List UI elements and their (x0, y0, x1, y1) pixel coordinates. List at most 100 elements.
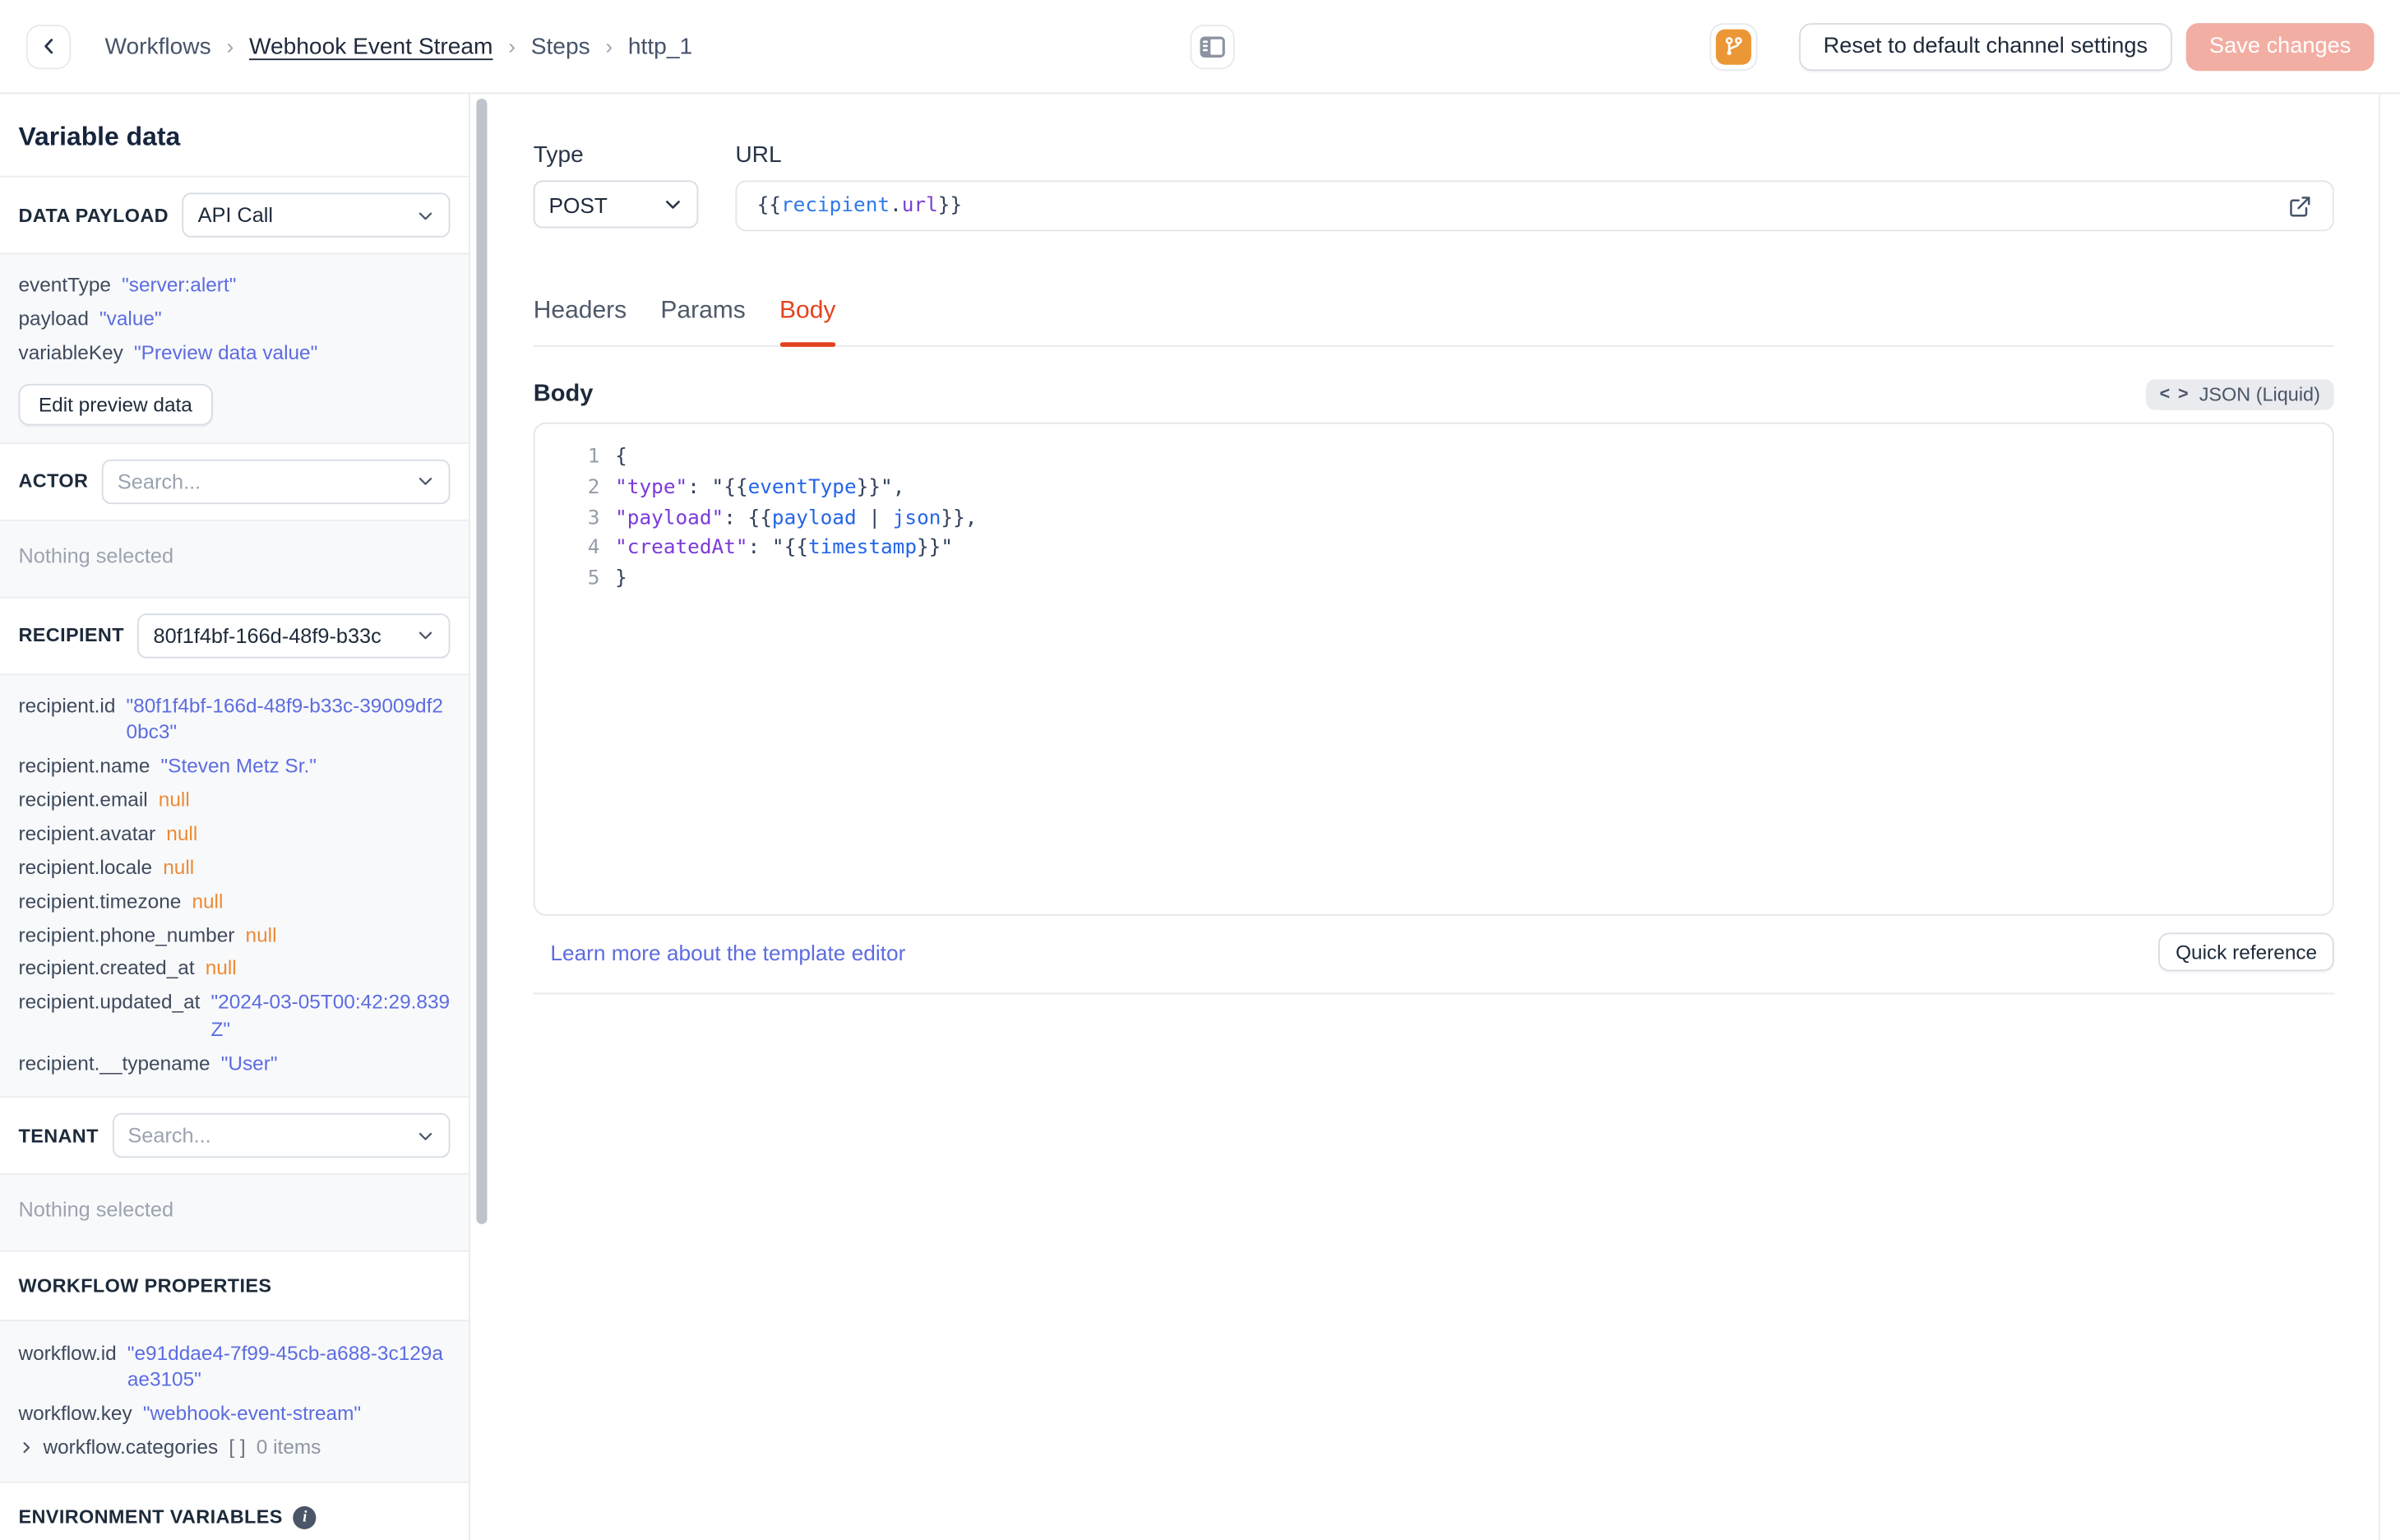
code-icon: < > (2159, 385, 2190, 405)
variable-value: null (166, 821, 198, 845)
sidebar-toggle-button[interactable] (1190, 25, 1235, 70)
variable-row: recipient.email null (19, 783, 451, 816)
workflow-properties-heading: WORKFLOW PROPERTIES (0, 1251, 469, 1320)
variable-row: recipient.phone_number null (19, 918, 451, 951)
external-link-icon[interactable] (2288, 193, 2313, 218)
workflow-properties: workflow.id "e91ddae4-7f99-45cb-a688-3c12… (0, 1320, 469, 1481)
workflow-categories-row[interactable]: workflow.categories [ ] 0 items (19, 1430, 451, 1464)
variable-key: recipient.__typename (18, 1051, 210, 1075)
recipient-select[interactable]: 80f1f4bf-166d-48f9-b33c (137, 613, 451, 658)
variable-key: payload (18, 307, 89, 331)
actor-search-select[interactable]: Search... (102, 459, 451, 504)
data-payload-preview: eventType "server:alert" payload "value" var… (0, 252, 469, 442)
variable-row: variableKey "Preview data value" (19, 335, 451, 369)
variable-value: "webhook-event-stream" (142, 1401, 362, 1425)
variable-key: workflow.key (18, 1401, 132, 1425)
recipient-label: RECIPIENT (18, 624, 124, 646)
variable-value: null (158, 788, 190, 812)
code-line: 5} (535, 565, 2333, 595)
main-scrollbar-track[interactable] (2379, 94, 2380, 1540)
save-changes-button[interactable]: Save changes (2185, 22, 2375, 71)
code-line: 4 "createdAt": "{{timestamp}}" (535, 534, 2333, 564)
code-text: "payload": {{payload | json}}, (615, 506, 978, 530)
format-badge-label: JSON (Liquid) (2199, 383, 2320, 406)
variable-key: recipient.id (18, 693, 116, 717)
variable-key: recipient.name (18, 754, 150, 778)
variable-key: workflow.id (18, 1340, 117, 1364)
line-number: 2 (587, 475, 600, 500)
request-method-select[interactable]: POST (533, 180, 699, 229)
tenant-empty-state: Nothing selected (0, 1173, 469, 1251)
code-text: } (615, 567, 627, 591)
variable-value: null (245, 923, 277, 946)
commit-status-button[interactable] (1709, 22, 1757, 71)
variable-row: recipient.locale null (19, 850, 451, 884)
variable-value: "2024-03-05T00:42:29.839Z" (210, 990, 451, 1041)
variable-key: recipient.phone_number (18, 923, 235, 946)
tenant-label: TENANT (18, 1125, 99, 1147)
variable-key: recipient.updated_at (18, 990, 201, 1014)
variable-row: payload "value" (19, 302, 451, 335)
actor-label: ACTOR (18, 470, 89, 493)
url-field: URL {{recipient.url}} (735, 141, 2334, 232)
breadcrumb-item: Workflows (104, 33, 211, 60)
chevron-down-icon (666, 201, 680, 209)
git-branch-icon (1715, 28, 1751, 64)
code-text: "createdAt": "{{timestamp}}" (615, 537, 954, 561)
variable-value: "Preview data value" (134, 340, 318, 364)
variable-row: recipient.name "Steven Metz Sr." (19, 749, 451, 783)
url-input[interactable]: {{recipient.url}} (735, 180, 2334, 232)
line-number: 1 (587, 445, 600, 469)
variable-key: recipient.locale (18, 855, 153, 879)
back-button[interactable] (25, 24, 72, 69)
type-label: Type (533, 141, 584, 169)
request-config-row: Type POST URL {{recipient.url}} (533, 141, 2334, 232)
edit-preview-data-button[interactable]: Edit preview data (18, 383, 213, 425)
body-section-label: Body (533, 381, 594, 407)
variable-value: "e91ddae4-7f99-45cb-a688-3c129aae3105" (127, 1340, 443, 1391)
data-payload-select[interactable]: API Call (182, 192, 451, 238)
top-bar-actions: Reset to default channel settings Save c… (1709, 22, 2375, 71)
variable-row: recipient.id "80f1f4bf-166d-48f9-b33c-390… (19, 688, 451, 749)
data-payload-section: DATA PAYLOAD API Call (0, 175, 469, 253)
breadcrumb-separator: › (508, 34, 516, 59)
template-editor-docs-link[interactable]: Learn more about the template editor (550, 940, 905, 964)
variable-data-panel: Variable data DATA PAYLOAD API Call even… (0, 94, 470, 1540)
info-icon[interactable]: i (293, 1505, 317, 1529)
variable-row: workflow.id "e91ddae4-7f99-45cb-a688-3c12… (19, 1335, 451, 1396)
code-text: "type": "{{eventType}}", (615, 475, 905, 500)
variable-value: "User" (220, 1051, 278, 1075)
code-line: 2 "type": "{{eventType}}", (535, 473, 2333, 503)
variable-key: eventType (18, 273, 112, 297)
reset-channel-settings-button[interactable]: Reset to default channel settings (1798, 22, 2173, 71)
chevron-down-icon (418, 1132, 432, 1140)
tenant-search-select[interactable]: Search... (112, 1113, 451, 1158)
code-line: 3 "payload": {{payload | json}}, (535, 503, 2333, 534)
variable-row: recipient.updated_at "2024-03-05T00:42:29… (19, 985, 451, 1046)
actor-section: ACTOR Search... (0, 442, 469, 519)
code-line: 1{ (535, 442, 2333, 473)
variable-key: recipient.timezone (18, 889, 182, 913)
tab-body[interactable]: Body (779, 298, 837, 347)
variable-key: variableKey (18, 340, 123, 364)
variable-row: recipient.timezone null (19, 884, 451, 918)
breadcrumb-item[interactable]: Webhook Event Stream (249, 33, 493, 59)
request-tabs: Headers Params Body (533, 298, 2334, 347)
variable-value: "server:alert" (122, 273, 237, 297)
variable-key: recipient.created_at (18, 956, 195, 980)
line-number: 5 (587, 567, 600, 591)
http-step-editor: Type POST URL {{recipient.url}} Headers … (470, 94, 2400, 1540)
breadcrumb-item: http_1 (627, 33, 693, 60)
top-bar: Workflows › Webhook Event Stream › Steps › htt… (0, 0, 2400, 95)
tab-headers[interactable]: Headers (534, 298, 627, 345)
variable-value: "80f1f4bf-166d-48f9-b33c-39009df20bc3" (126, 693, 443, 744)
breadcrumb: Workflows › Webhook Event Stream › Steps › htt… (105, 33, 693, 59)
variable-row: workflow.key "webhook-event-stream" (19, 1396, 451, 1430)
tab-params[interactable]: Params (660, 298, 745, 345)
quick-reference-button[interactable]: Quick reference (2158, 932, 2334, 972)
panel-left-icon (1200, 36, 1225, 58)
url-label: URL (735, 141, 782, 169)
chevron-right-icon (19, 1439, 35, 1454)
variable-key: recipient.avatar (18, 821, 156, 845)
body-code-editor[interactable]: 1{2 "type": "{{eventType}}", 3 "payload": {… (533, 422, 2334, 916)
